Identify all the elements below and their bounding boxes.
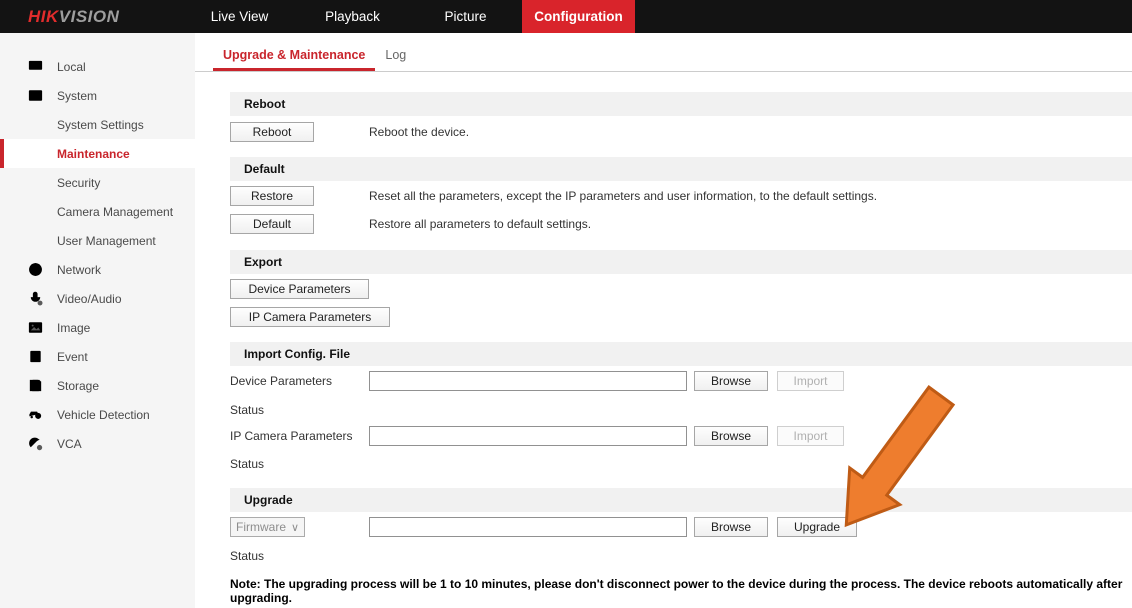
sidebar-item-local[interactable]: Local	[0, 52, 195, 81]
system-window-icon	[27, 87, 44, 104]
import-device-browse-button[interactable]: Browse	[694, 371, 768, 391]
sidebar-item-label: User Management	[57, 234, 156, 248]
sidebar-item-system[interactable]: System	[0, 81, 195, 110]
sidebar-item-label: Vehicle Detection	[57, 408, 150, 422]
import-ip-camera-browse-button[interactable]: Browse	[694, 426, 768, 446]
import-ip-camera-status-label: Status	[230, 457, 1132, 471]
top-navigation: Live View Playback Picture Configuration	[183, 0, 635, 33]
restore-button[interactable]: Restore	[230, 186, 314, 206]
top-bar: HIKVISION Live View Playback Picture Con…	[0, 0, 1132, 33]
sidebar-item-label: Network	[57, 263, 101, 277]
sidebar-item-maintenance[interactable]: Maintenance	[0, 139, 195, 168]
firmware-select[interactable]: Firmware ∨	[230, 517, 305, 537]
sidebar-item-label: Storage	[57, 379, 99, 393]
chevron-down-icon: ∨	[291, 521, 299, 534]
hikvision-logo: HIKVISION	[28, 0, 119, 33]
export-section-header: Export	[230, 250, 1132, 274]
import-ip-camera-parameters-input[interactable]	[369, 426, 687, 446]
nav-playback[interactable]: Playback	[296, 0, 409, 33]
globe-icon	[27, 261, 44, 278]
sidebar: Local System System Settings Maintenance…	[0, 33, 195, 608]
upgrade-section-header: Upgrade	[230, 488, 1132, 512]
sidebar-item-camera-management[interactable]: Camera Management	[0, 197, 195, 226]
sidebar-item-label: Event	[57, 350, 88, 364]
sidebar-item-event[interactable]: Event	[0, 342, 195, 371]
sidebar-item-system-settings[interactable]: System Settings	[0, 110, 195, 139]
import-ip-camera-import-button[interactable]: Import	[777, 426, 844, 446]
upgrade-button[interactable]: Upgrade	[777, 517, 857, 537]
sidebar-item-label: System	[57, 89, 97, 103]
default-description: Restore all parameters to default settin…	[369, 217, 591, 231]
sidebar-item-label: VCA	[57, 437, 82, 451]
upgrade-file-input[interactable]	[369, 517, 687, 537]
upgrade-status-label: Status	[230, 549, 1132, 563]
export-device-parameters-button[interactable]: Device Parameters	[230, 279, 369, 299]
image-icon	[27, 319, 44, 336]
sidebar-item-user-management[interactable]: User Management	[0, 226, 195, 255]
event-notepad-icon	[27, 348, 44, 365]
tab-bar: Upgrade & Maintenance Log	[195, 33, 1132, 72]
import-device-import-button[interactable]: Import	[777, 371, 844, 391]
monitor-icon	[27, 58, 44, 75]
sidebar-item-vca[interactable]: VCA	[0, 429, 195, 458]
sidebar-item-label: System Settings	[57, 118, 144, 132]
sidebar-item-label: Camera Management	[57, 205, 173, 219]
sidebar-item-image[interactable]: Image	[0, 313, 195, 342]
vca-icon	[27, 435, 44, 452]
firmware-select-value: Firmware	[236, 520, 286, 534]
default-button[interactable]: Default	[230, 214, 314, 234]
reboot-description: Reboot the device.	[369, 125, 469, 139]
nav-configuration[interactable]: Configuration	[522, 0, 635, 33]
import-device-status-label: Status	[230, 403, 1132, 417]
upgrade-note: Note: The upgrading process will be 1 to…	[230, 577, 1132, 605]
reboot-button[interactable]: Reboot	[230, 122, 314, 142]
import-device-parameters-input[interactable]	[369, 371, 687, 391]
default-section-header: Default	[230, 157, 1132, 181]
sidebar-item-video-audio[interactable]: Video/Audio	[0, 284, 195, 313]
import-ip-camera-parameters-label: IP Camera Parameters	[230, 429, 369, 443]
sidebar-item-label: Image	[57, 321, 90, 335]
sidebar-item-network[interactable]: Network	[0, 255, 195, 284]
export-ip-camera-parameters-button[interactable]: IP Camera Parameters	[230, 307, 390, 327]
sidebar-item-label: Video/Audio	[57, 292, 122, 306]
vehicle-detection-icon	[27, 406, 44, 423]
upgrade-browse-button[interactable]: Browse	[694, 517, 768, 537]
sidebar-item-storage[interactable]: Storage	[0, 371, 195, 400]
import-config-section-header: Import Config. File	[230, 342, 1132, 366]
microphone-icon	[27, 290, 44, 307]
nav-live-view[interactable]: Live View	[183, 0, 296, 33]
sidebar-item-vehicle-detection[interactable]: Vehicle Detection	[0, 400, 195, 429]
tab-log[interactable]: Log	[375, 48, 416, 71]
reboot-section-header: Reboot	[230, 92, 1132, 116]
sidebar-item-label: Security	[57, 176, 100, 190]
sidebar-item-label: Maintenance	[57, 147, 130, 161]
import-device-parameters-label: Device Parameters	[230, 374, 369, 388]
logo-hik: HIK	[28, 7, 59, 27]
main-content: Upgrade & Maintenance Log Reboot Reboot …	[195, 33, 1132, 608]
storage-floppy-icon	[27, 377, 44, 394]
sidebar-item-security[interactable]: Security	[0, 168, 195, 197]
logo-vision: VISION	[59, 7, 120, 27]
tab-upgrade-maintenance[interactable]: Upgrade & Maintenance	[213, 48, 375, 71]
restore-description: Reset all the parameters, except the IP …	[369, 189, 877, 203]
sidebar-item-label: Local	[57, 60, 86, 74]
nav-picture[interactable]: Picture	[409, 0, 522, 33]
